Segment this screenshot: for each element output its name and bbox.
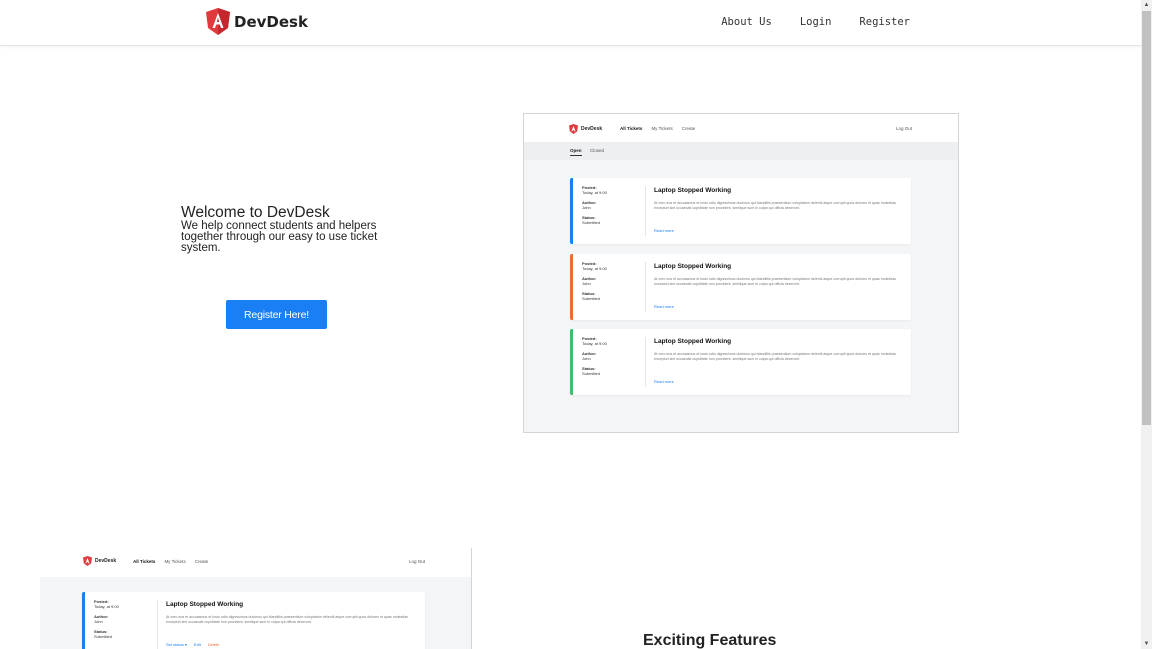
- preview2-nav: DevDesk All Tickets My Tickets Create Lo…: [40, 548, 471, 577]
- scroll-up-arrow-icon[interactable]: ▲: [1141, 0, 1152, 10]
- preview2-logout: Log Out: [408, 559, 425, 564]
- ticket-posted: Today, at 9:00: [582, 265, 607, 271]
- ticket-accent-bar: [570, 329, 573, 395]
- preview2-links: All Tickets My Tickets Create: [133, 559, 208, 564]
- preview2-ticket-card: Posted: Today, at 9:00 Author: John Stat…: [82, 592, 425, 649]
- ticket-read-more: Read more: [654, 228, 674, 233]
- nav-links: About Us Login Register: [721, 16, 910, 28]
- preview-logout: Log Out: [895, 126, 912, 131]
- brand-name: DevDesk: [234, 12, 308, 31]
- ticket-divider: [645, 337, 646, 387]
- ticket-meta: Posted: Today, at 9:00 Author: John Stat…: [582, 336, 607, 377]
- preview-ticket-card: Posted: Today, at 9:00 Author: John Stat…: [570, 329, 911, 395]
- ticket-action-edit: Edit: [193, 642, 201, 647]
- preview-nav: DevDesk All Tickets My Tickets Create Lo…: [524, 114, 958, 142]
- ticket-body: At vero eos et accusamus et iusto odio d…: [654, 277, 896, 287]
- hero-subtitle: We help connect students and helpers tog…: [181, 220, 378, 254]
- preview-ticket-card: Posted: Today, at 9:00 Author: John Stat…: [570, 178, 911, 244]
- preview-shield-logo-icon: [569, 124, 578, 134]
- preview2-link-my-tickets: My Tickets: [164, 559, 186, 564]
- ticket-body: At vero eos et accusamus et iusto odio d…: [654, 352, 896, 362]
- ticket-accent-bar: [570, 254, 573, 320]
- preview-link-my-tickets: My Tickets: [651, 126, 673, 131]
- preview-tab-open: Open: [570, 148, 582, 156]
- ticket-read-more: Read more: [654, 304, 674, 309]
- preview-link-all-tickets: All Tickets: [620, 126, 643, 131]
- ticket-posted: Today, at 9:00: [582, 340, 607, 346]
- scroll-thumb[interactable]: [1142, 11, 1151, 425]
- preview-brand-name: DevDesk: [581, 126, 603, 132]
- ticket-divider: [157, 600, 158, 649]
- scroll-down-arrow-icon[interactable]: ▼: [1141, 639, 1152, 649]
- ticket-title: Laptop Stopped Working: [654, 187, 732, 194]
- nav-about-us-link[interactable]: About Us: [721, 16, 772, 28]
- page-scrollbar[interactable]: ▲ ▼: [1141, 0, 1152, 649]
- ticket-title: Laptop Stopped Working: [654, 338, 732, 345]
- ticket-status: Submitted: [582, 370, 601, 376]
- ticket-accent-bar: [82, 592, 85, 649]
- shield-logo-icon: [206, 8, 230, 35]
- ticket-title: Laptop Stopped Working: [166, 601, 244, 608]
- ticket-body: At vero eos et accusamus et iusto odio d…: [654, 201, 896, 211]
- preview-tab-closed: Closed: [590, 148, 605, 153]
- ticket-actions: Set status ▾ Edit Delete: [166, 642, 219, 647]
- features-heading: Exciting Features: [643, 632, 777, 649]
- ticket-status: Submitted: [582, 219, 601, 225]
- preview-ticket-card: Posted: Today, at 9:00 Author: John Stat…: [570, 254, 911, 320]
- ticket-meta: Posted: Today, at 9:00 Author: John Stat…: [582, 261, 607, 302]
- preview-links: All Tickets My Tickets Create: [620, 126, 695, 131]
- ticket-action-delete: Delete: [207, 642, 220, 647]
- top-nav: DevDesk About Us Login Register: [0, 0, 1141, 46]
- ticket-divider: [645, 186, 646, 236]
- preview2-link-all-tickets: All Tickets: [133, 559, 156, 564]
- ticket-read-more: Read more: [654, 379, 674, 384]
- preview2-shield-logo-icon: [83, 556, 92, 566]
- register-here-button[interactable]: Register Here!: [226, 300, 327, 329]
- ticket-author: John: [582, 280, 591, 286]
- preview2-link-create: Create: [194, 559, 209, 564]
- preview2-brand: DevDesk: [83, 556, 116, 566]
- preview-tabs: Open Closed: [524, 142, 958, 160]
- ticket-posted: Today, at 9:00: [582, 189, 607, 195]
- preview-brand: DevDesk: [569, 124, 602, 134]
- app-preview-screenshot-2: DevDesk All Tickets My Tickets Create Lo…: [40, 548, 472, 649]
- brand-logo-link[interactable]: DevDesk: [206, 8, 308, 35]
- ticket-accent-bar: [570, 178, 573, 244]
- ticket-status: Submitted: [94, 633, 113, 639]
- ticket-meta: Posted: Today, at 9:00 Author: John Stat…: [94, 599, 119, 640]
- ticket-author: John: [582, 204, 591, 210]
- app-preview-screenshot: DevDesk All Tickets My Tickets Create Lo…: [523, 113, 959, 433]
- ticket-body: At vero eos et accusamus et iusto odio d…: [166, 615, 408, 625]
- ticket-divider: [645, 262, 646, 312]
- preview-link-create: Create: [681, 126, 696, 131]
- ticket-posted: Today, at 9:00: [94, 603, 119, 609]
- ticket-title: Laptop Stopped Working: [654, 263, 732, 270]
- ticket-meta: Posted: Today, at 9:00 Author: John Stat…: [582, 185, 607, 226]
- ticket-status: Submitted: [582, 295, 601, 301]
- ticket-author: John: [94, 618, 103, 624]
- ticket-author: John: [582, 355, 591, 361]
- preview2-brand-name: DevDesk: [95, 558, 117, 564]
- nav-register-link[interactable]: Register: [859, 16, 910, 28]
- ticket-action-set-status: Set status ▾: [166, 642, 187, 647]
- nav-login-link[interactable]: Login: [800, 16, 832, 28]
